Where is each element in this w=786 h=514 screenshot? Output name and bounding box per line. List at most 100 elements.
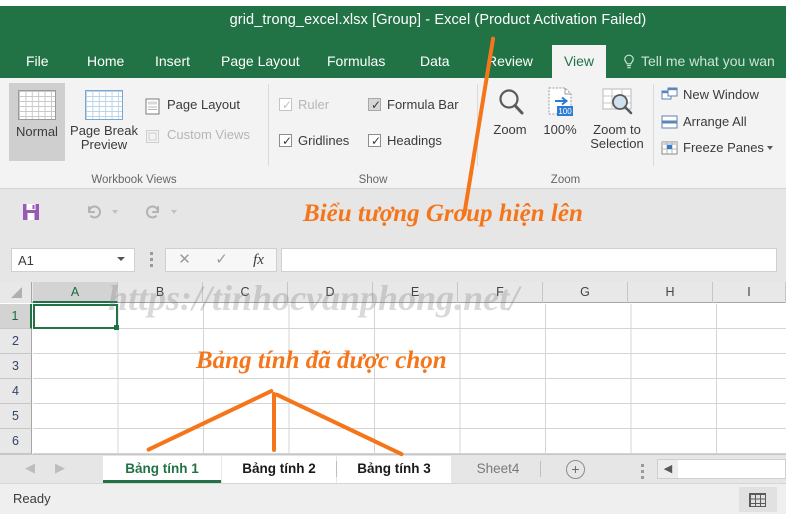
column-header-b[interactable]: B [118,282,203,303]
custom-views-button: Custom Views [144,126,262,148]
normal-view-button[interactable]: Normal [9,83,65,161]
tab-review[interactable]: Review [478,45,542,78]
freeze-panes-icon [661,140,678,156]
group-separator-2 [477,84,478,166]
redo-icon [144,203,162,221]
row-header-3[interactable]: 3 [0,354,32,379]
column-header-a[interactable]: A [33,282,118,303]
formula-bar-drag-handle[interactable] [150,252,153,270]
column-header-row: A B C D E F G H I [0,282,786,303]
select-all-triangle-icon [11,287,22,298]
confirm-formula-icon[interactable]: ✓ [203,249,240,271]
tab-home[interactable]: Home [78,45,133,78]
formula-bar-checkbox[interactable]: ✓ [368,98,381,112]
zoom-to-selection-label: Zoom to Selection [590,122,644,151]
row-header-4[interactable]: 4 [0,379,32,404]
save-icon[interactable] [22,203,40,221]
normal-view-status-button[interactable] [739,487,777,512]
tab-bar-drag-handle[interactable] [641,464,644,482]
fill-handle[interactable] [114,325,119,330]
undo-icon [85,203,103,221]
zoom-button[interactable]: Zoom [484,83,536,161]
group-separator-1 [268,84,269,166]
group-separator-3 [653,84,654,166]
next-sheet-arrow-icon[interactable]: ▶ [55,460,65,476]
sheet-tab-bang-tinh-3[interactable]: Bảng tính 3 [337,456,451,483]
new-window-icon [661,87,678,103]
show-group-label: Show [358,174,388,186]
quick-access-toolbar [0,189,786,238]
name-box-dropdown-icon[interactable] [117,257,125,261]
formula-input[interactable] [281,248,777,272]
undo-dropdown-icon [112,210,118,214]
tab-page-layout[interactable]: Page Layout [212,45,309,78]
column-header-i[interactable]: I [713,282,786,303]
title-bar: grid_trong_excel.xlsx [Group] - Excel (P… [0,0,786,45]
custom-views-label: Custom Views [167,127,250,142]
window-title: grid_trong_excel.xlsx [Group] - Excel (P… [229,12,647,28]
column-header-h[interactable]: H [628,282,713,303]
row-header-6[interactable]: 6 [0,429,32,454]
headings-checkbox[interactable]: ✓ [368,134,381,148]
zoom-100-button[interactable]: 100 100% [536,83,584,161]
normal-view-label: Normal [16,124,58,139]
zoom-label: Zoom [493,122,527,137]
excel-window: grid_trong_excel.xlsx [Group] - Excel (P… [0,0,786,514]
active-cell-a1[interactable] [33,304,119,330]
tell-me-search[interactable]: Tell me what you wan [641,45,775,78]
cell-area[interactable] [33,304,786,454]
formula-bar-label: Formula Bar [387,97,459,112]
ribbon-tab-strip: File Home Insert Page Layout Formulas Da… [0,45,786,78]
custom-views-icon [144,128,161,145]
status-bar: Ready [0,483,786,514]
tab-formulas[interactable]: Formulas [318,45,394,78]
freeze-panes-label: Freeze Panes [683,140,764,155]
column-header-d[interactable]: D [288,282,373,303]
tab-data[interactable]: Data [411,45,459,78]
arrange-all-button[interactable]: Arrange All [661,112,785,134]
row-header-2[interactable]: 2 [0,329,32,354]
select-all-corner[interactable] [0,282,32,303]
freeze-panes-button[interactable]: Freeze Panes [661,138,785,160]
ruler-checkbox[interactable]: ✓ [279,98,292,112]
tab-view[interactable]: View [552,45,606,78]
arrange-all-icon [661,114,678,130]
column-header-g[interactable]: G [543,282,628,303]
ribbon-body: Normal Page Break Preview Page Layout Cu… [0,78,786,189]
sheet-tab-bar: ◀ ▶ Bảng tính 1 Bảng tính 2 Bảng tính 3 … [0,454,786,483]
lightbulb-icon [622,54,636,70]
sheet-tab-bang-tinh-1[interactable]: Bảng tính 1 [103,456,221,483]
row-header-5[interactable]: 5 [0,404,32,429]
new-window-button[interactable]: New Window [661,85,785,107]
page-break-preview-button[interactable]: Page Break Preview [68,83,140,161]
tab-insert[interactable]: Insert [146,45,199,78]
page-layout-button[interactable]: Page Layout [144,96,262,118]
gridlines-checkbox[interactable]: ✓ [279,134,292,148]
title-bar-top-strip [0,0,786,6]
scroll-left-arrow-icon[interactable]: ◀ [658,460,678,478]
page-100-icon: 100 [546,87,576,119]
column-header-f[interactable]: F [458,282,543,303]
status-text: Ready [13,491,51,506]
chevron-down-icon[interactable] [767,146,773,150]
cancel-formula-icon[interactable]: ✕ [166,249,203,271]
prev-sheet-arrow-icon[interactable]: ◀ [25,460,35,476]
workbook-views-group-label: Workbook Views [91,174,177,186]
insert-function-icon[interactable]: fx [240,249,277,271]
zoom-to-selection-button[interactable]: Zoom to Selection [584,83,650,161]
formula-action-buttons: ✕ ✓ fx [165,248,277,272]
headings-label: Headings [387,133,442,148]
column-header-c[interactable]: C [203,282,288,303]
grid-view-icon [749,493,766,507]
worksheet-grid: A B C D E F G H I 1 2 3 4 5 6 [0,282,786,454]
tab-file[interactable]: File [17,45,58,78]
zoom-to-selection-icon [602,88,634,116]
column-header-e[interactable]: E [373,282,458,303]
add-sheet-button[interactable]: + [566,460,585,479]
magnifier-icon [497,87,525,117]
sheet-tab-sheet4[interactable]: Sheet4 [458,456,538,483]
arrange-all-label: Arrange All [683,114,747,129]
sheet-tab-bang-tinh-2[interactable]: Bảng tính 2 [222,456,336,483]
row-header-1[interactable]: 1 [0,304,32,329]
horizontal-scrollbar[interactable]: ◀ [657,459,786,479]
